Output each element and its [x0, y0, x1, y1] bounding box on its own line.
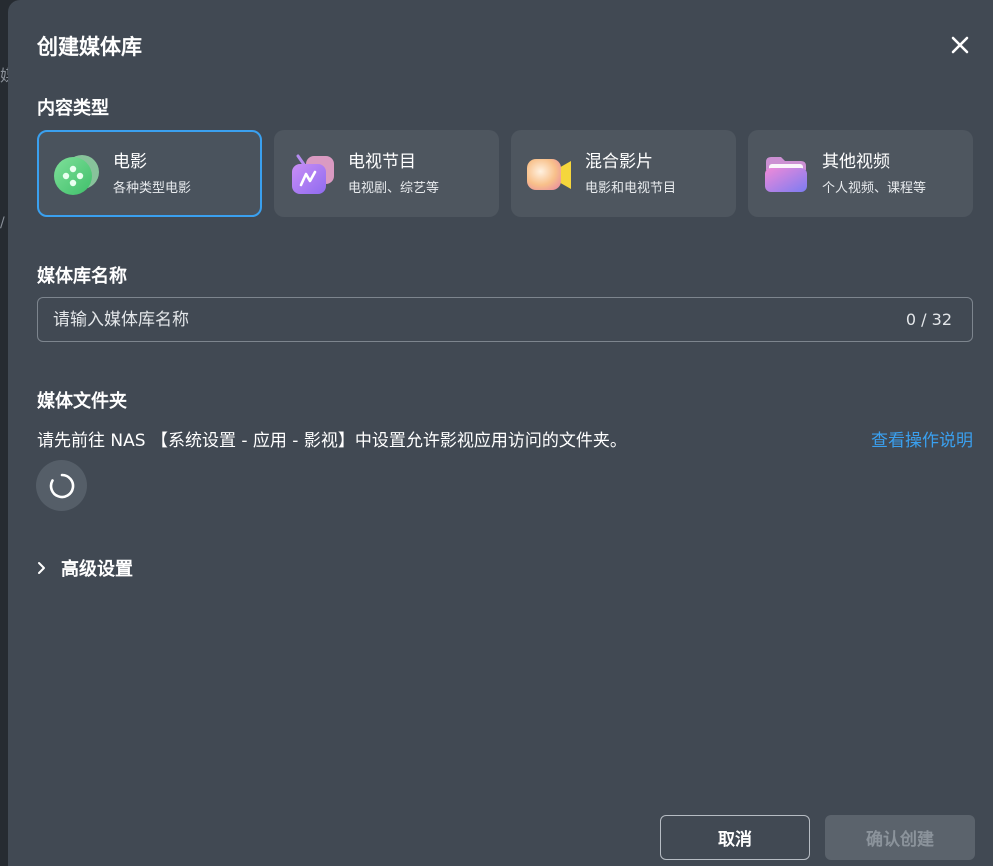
- spinner-icon: [49, 473, 74, 498]
- content-type-card-tv[interactable]: 电视节目 电视剧、综艺等: [274, 130, 499, 217]
- card-subtitle: 个人视频、课程等: [822, 181, 927, 196]
- background-text: /: [0, 215, 5, 231]
- loading-spinner: [36, 460, 87, 511]
- folder-icon: [765, 156, 807, 192]
- card-title: 电影: [113, 152, 147, 172]
- dialog-title: 创建媒体库: [37, 35, 142, 59]
- film-reel-icon: [54, 154, 99, 195]
- card-title: 混合影片: [585, 152, 653, 172]
- advanced-settings-toggle[interactable]: 高级设置: [37, 555, 133, 581]
- confirm-create-button[interactable]: 确认创建: [825, 815, 975, 860]
- close-button[interactable]: [948, 33, 972, 57]
- card-title: 电视节目: [348, 152, 416, 172]
- content-type-card-other[interactable]: 其他视频 个人视频、课程等: [748, 130, 973, 217]
- card-subtitle: 电视剧、综艺等: [348, 181, 440, 196]
- chevron-right-icon: [38, 562, 45, 574]
- video-camera-icon: [527, 158, 571, 190]
- tv-icon: [292, 154, 334, 194]
- card-subtitle: 电影和电视节目: [585, 181, 677, 196]
- media-folder-label: 媒体文件夹: [37, 391, 127, 412]
- content-type-label: 内容类型: [37, 98, 109, 119]
- content-type-card-mixed[interactable]: 混合影片 电影和电视节目: [511, 130, 736, 217]
- character-counter: 0 / 32: [905, 310, 952, 329]
- library-name-label: 媒体库名称: [37, 266, 127, 287]
- help-link[interactable]: 查看操作说明: [871, 426, 973, 451]
- advanced-settings-label: 高级设置: [61, 559, 133, 580]
- library-name-field: 0 / 32: [37, 297, 973, 342]
- content-type-card-movie[interactable]: 电影 各种类型电影: [37, 130, 262, 217]
- create-library-dialog: 创建媒体库 内容类型 电影 各种类型电影 电视节目 电视剧、综艺等 混合影片 电…: [8, 0, 993, 866]
- library-name-input[interactable]: [38, 298, 898, 341]
- card-subtitle: 各种类型电影: [113, 181, 192, 196]
- media-folder-hint: 请先前往 NAS 【系统设置 - 应用 - 影视】中设置允许影视应用访问的文件夹…: [37, 431, 627, 451]
- cancel-button[interactable]: 取消: [660, 815, 810, 860]
- card-title: 其他视频: [822, 152, 890, 172]
- close-icon: [951, 36, 969, 54]
